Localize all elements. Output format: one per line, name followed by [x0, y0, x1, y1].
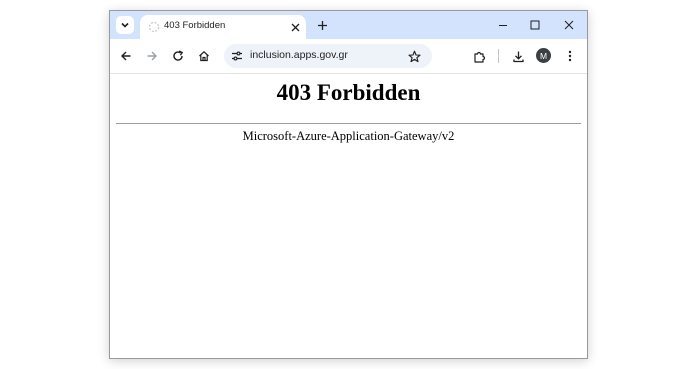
menu-button[interactable] [561, 47, 579, 65]
back-button[interactable] [117, 47, 135, 65]
close-icon [291, 23, 300, 32]
arrow-left-icon [120, 50, 132, 62]
new-tab-button[interactable] [314, 17, 330, 33]
forward-button[interactable] [143, 47, 161, 65]
browser-toolbar: inclusion.apps.gov.gr M [110, 39, 587, 74]
tab-title: 403 Forbidden [164, 20, 226, 31]
tab-close-button[interactable] [288, 20, 302, 34]
tab-active[interactable]: 403 Forbidden [140, 15, 306, 39]
minimize-icon [498, 20, 508, 30]
star-icon[interactable] [406, 48, 422, 64]
home-icon [198, 50, 210, 62]
horizontal-rule [116, 123, 581, 124]
maximize-button[interactable] [527, 17, 543, 33]
arrow-right-icon [146, 50, 158, 62]
server-signature: Microsoft-Azure-Application-Gateway/v2 [242, 129, 455, 143]
page-title: 403 Forbidden [276, 80, 421, 105]
chevron-down-icon [120, 20, 130, 30]
puzzle-icon [473, 50, 486, 63]
close-icon [564, 20, 574, 30]
profile-avatar[interactable]: M [536, 48, 551, 63]
plus-icon [317, 20, 328, 31]
browser-window: 403 Forbidden inclusion.apps.gov.gr M 40… [109, 10, 588, 359]
download-icon [512, 50, 525, 63]
close-window-button[interactable] [561, 17, 577, 33]
kebab-menu-icon [568, 50, 572, 62]
maximize-icon [530, 20, 540, 30]
reload-icon [172, 50, 184, 62]
downloads-button[interactable] [509, 47, 527, 65]
tab-strip: 403 Forbidden [110, 11, 587, 39]
toolbar-divider [498, 49, 499, 63]
extensions-button[interactable] [470, 47, 488, 65]
tab-search-button[interactable] [116, 16, 134, 34]
address-bar[interactable]: inclusion.apps.gov.gr [224, 44, 432, 68]
reload-button[interactable] [169, 47, 187, 65]
page-content: 403 Forbidden Microsoft-Azure-Applicatio… [110, 74, 587, 358]
minimize-button[interactable] [495, 17, 511, 33]
url-text[interactable]: inclusion.apps.gov.gr [250, 49, 348, 61]
home-button[interactable] [195, 47, 213, 65]
tune-icon[interactable] [230, 49, 244, 63]
loading-spinner-icon [148, 21, 160, 33]
